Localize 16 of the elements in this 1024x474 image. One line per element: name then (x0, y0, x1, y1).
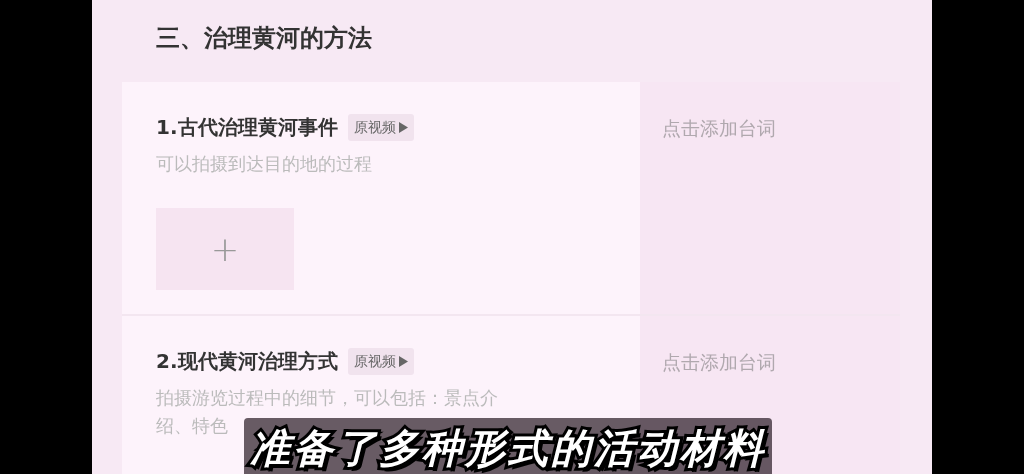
original-video-tag[interactable]: 原视频 (347, 347, 414, 375)
add-media-button[interactable]: + (156, 208, 294, 290)
section-title: 三、治理黄河的方法 (156, 24, 372, 52)
item-title: 1.古代治理黄河事件 (156, 114, 338, 141)
original-video-tag[interactable]: 原视频 (347, 113, 414, 141)
item-description: 可以拍摄到达目的地的过程 (156, 152, 373, 176)
add-lines-link[interactable]: 点击添加台词 (662, 117, 776, 139)
item-description: 绍、特色 (156, 414, 229, 438)
item-title: 2.现代黄河治理方式 (156, 348, 338, 375)
tag-label: 原视频 (353, 351, 396, 371)
item-description: 拍摄游览过程中的细节，可以包括：景点介 (156, 386, 499, 410)
tag-label: 原视频 (353, 117, 396, 137)
play-icon (398, 121, 408, 133)
play-icon (398, 355, 408, 367)
add-lines-link[interactable]: 点击添加台词 (662, 351, 776, 373)
video-subtitle: 准备了多种形式的活动材料 (244, 418, 772, 474)
